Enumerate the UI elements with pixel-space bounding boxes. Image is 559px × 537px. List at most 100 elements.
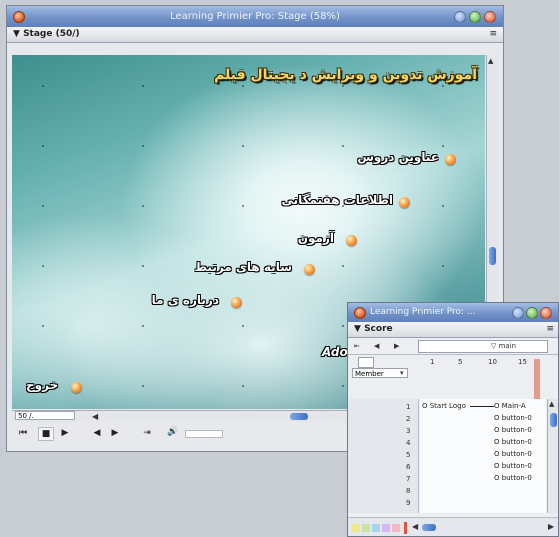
score-vertical-scrollbar[interactable]: ▲ bbox=[547, 399, 558, 513]
menu-item-about-us[interactable]: درباره ی ما bbox=[152, 293, 219, 307]
marker-label: ▽ main bbox=[491, 342, 517, 350]
frame-header: 1 5 10 15 Member ▾ bbox=[348, 355, 558, 379]
playback-controls: ⏮ ■ ▶ ◀ ▶ ⇥ 🔊 bbox=[12, 423, 242, 443]
channel-number: 7 bbox=[406, 475, 411, 483]
minimize-button[interactable] bbox=[454, 11, 466, 23]
grid-dot bbox=[42, 85, 44, 87]
grid-dot bbox=[42, 145, 44, 147]
menu-item-exit[interactable]: خروج bbox=[26, 378, 58, 392]
stage-window-title: Learning Primier Pro: Stage (58%) bbox=[170, 11, 340, 22]
channel-number: 1 bbox=[406, 403, 411, 411]
frame-number: 10 bbox=[488, 358, 497, 366]
maximize-button[interactable] bbox=[526, 307, 538, 319]
grid-dot bbox=[142, 325, 144, 327]
scroll-up-arrow-icon[interactable]: ▲ bbox=[488, 57, 493, 65]
sprite-main[interactable]: O Main-A bbox=[494, 402, 526, 410]
panel-collapse-icon[interactable]: ▼ bbox=[13, 29, 20, 39]
stage-panel-label: Stage (50/) bbox=[23, 29, 80, 39]
sprite-start-logo[interactable]: O Start Logo bbox=[422, 402, 466, 410]
bullet-icon bbox=[231, 297, 242, 308]
menu-item-related-sites[interactable]: سایه های مرتبط bbox=[195, 260, 292, 274]
bullet-icon bbox=[71, 382, 82, 393]
score-horizontal-thumb[interactable] bbox=[422, 524, 436, 531]
step-forward-button[interactable]: ▶ bbox=[108, 427, 122, 439]
maximize-button[interactable] bbox=[469, 11, 481, 23]
sprite-button[interactable]: O button-0 bbox=[494, 474, 532, 482]
sprite-button[interactable]: O button-0 bbox=[494, 450, 532, 458]
panel-options-icon[interactable]: ≡ bbox=[546, 322, 554, 337]
zoom-field[interactable]: 50 /. bbox=[15, 411, 75, 420]
marker-prev-icon[interactable]: ⇤ bbox=[354, 341, 360, 351]
course-heading: آموزش تدوین و ویرایش د یجیتال فیلم bbox=[214, 67, 477, 83]
channel-number: 2 bbox=[406, 415, 411, 423]
grid-dot bbox=[442, 265, 444, 267]
frame-number: 15 bbox=[518, 358, 527, 366]
grid-dot bbox=[242, 145, 244, 147]
chevron-down-icon[interactable]: ▾ bbox=[400, 368, 404, 378]
grid-dot bbox=[142, 145, 144, 147]
playhead-marker-icon bbox=[404, 522, 407, 534]
score-panel-header: ▼ Score ≡ bbox=[348, 322, 558, 338]
loop-button[interactable]: ⇥ bbox=[139, 427, 155, 439]
sprite-button[interactable]: O button-0 bbox=[494, 438, 532, 446]
grid-dot bbox=[142, 205, 144, 207]
marker-right-icon[interactable]: ▶ bbox=[394, 341, 399, 351]
color-chip[interactable] bbox=[382, 524, 390, 532]
grid-dot bbox=[442, 205, 444, 207]
scroll-up-arrow-icon[interactable]: ▲ bbox=[549, 400, 554, 408]
grid-dot bbox=[342, 85, 344, 87]
score-vertical-thumb[interactable] bbox=[550, 413, 557, 427]
color-chip[interactable] bbox=[352, 524, 360, 532]
score-title-bar[interactable]: Learning Primier Pro: ... bbox=[348, 303, 558, 322]
close-button[interactable] bbox=[484, 11, 496, 23]
color-chip[interactable] bbox=[372, 524, 380, 532]
play-button[interactable]: ▶ bbox=[58, 427, 72, 439]
sprite-button[interactable]: O button-0 bbox=[494, 426, 532, 434]
horizontal-scroll-thumb[interactable] bbox=[290, 413, 308, 420]
grid-dot bbox=[142, 265, 144, 267]
channel-toggle[interactable] bbox=[358, 357, 374, 368]
grid-dot bbox=[242, 325, 244, 327]
volume-button[interactable]: 🔊 bbox=[165, 426, 181, 438]
channel-column: 1 2 3 4 5 6 7 8 9 bbox=[348, 399, 419, 513]
stop-button[interactable]: ■ bbox=[38, 427, 54, 441]
channel-number: 3 bbox=[406, 427, 411, 435]
rewind-button[interactable]: ⏮ bbox=[16, 427, 30, 439]
sprite-button[interactable]: O button-0 bbox=[494, 462, 532, 470]
sprite-grid[interactable]: O Start Logo O Main-A O button-0 O butto… bbox=[420, 399, 546, 513]
stage-panel-header: ▼ Stage (50/) ≡ bbox=[7, 27, 503, 43]
menu-item-information[interactable]: اطلاعات هفتمگانی bbox=[282, 193, 394, 207]
grid-dot bbox=[242, 85, 244, 87]
grid-dot bbox=[42, 205, 44, 207]
step-back-button[interactable]: ◀ bbox=[90, 427, 104, 439]
minimize-button[interactable] bbox=[512, 307, 524, 319]
grid-dot bbox=[342, 385, 344, 387]
channel-number: 8 bbox=[406, 487, 411, 495]
score-toolbar: ⇤ ◀ ▶ ▽ main bbox=[348, 338, 558, 355]
stage-title-bar[interactable]: Learning Primier Pro: Stage (58%) bbox=[7, 6, 503, 27]
menu-item-quiz[interactable]: آزمون bbox=[298, 231, 334, 245]
scroll-right-arrow-icon[interactable]: ▶ bbox=[548, 522, 554, 531]
score-window-title: Learning Primier Pro: ... bbox=[370, 307, 476, 317]
bullet-icon bbox=[304, 264, 315, 275]
grid-dot bbox=[342, 325, 344, 327]
grid-dot bbox=[342, 265, 344, 267]
grid-dot bbox=[142, 385, 144, 387]
vertical-scroll-thumb[interactable] bbox=[489, 247, 496, 265]
marker-channel[interactable]: ▽ main bbox=[418, 340, 548, 353]
color-chip[interactable] bbox=[362, 524, 370, 532]
panel-options-icon[interactable]: ≡ bbox=[489, 27, 497, 42]
volume-slider[interactable] bbox=[185, 430, 223, 438]
color-chip[interactable] bbox=[392, 524, 400, 532]
grid-dot bbox=[42, 265, 44, 267]
sprite-span-line bbox=[470, 406, 494, 407]
close-button[interactable] bbox=[540, 307, 552, 319]
panel-collapse-icon[interactable]: ▼ bbox=[354, 324, 361, 334]
grid-dot bbox=[242, 385, 244, 387]
menu-item-course-titles[interactable]: عناوین دروس bbox=[357, 150, 439, 164]
scroll-left-arrow-icon[interactable]: ◀ bbox=[92, 411, 98, 422]
scroll-left-arrow-icon[interactable]: ◀ bbox=[412, 522, 418, 531]
marker-left-icon[interactable]: ◀ bbox=[374, 341, 379, 351]
bullet-icon bbox=[346, 235, 357, 246]
sprite-button[interactable]: O button-0 bbox=[494, 414, 532, 422]
